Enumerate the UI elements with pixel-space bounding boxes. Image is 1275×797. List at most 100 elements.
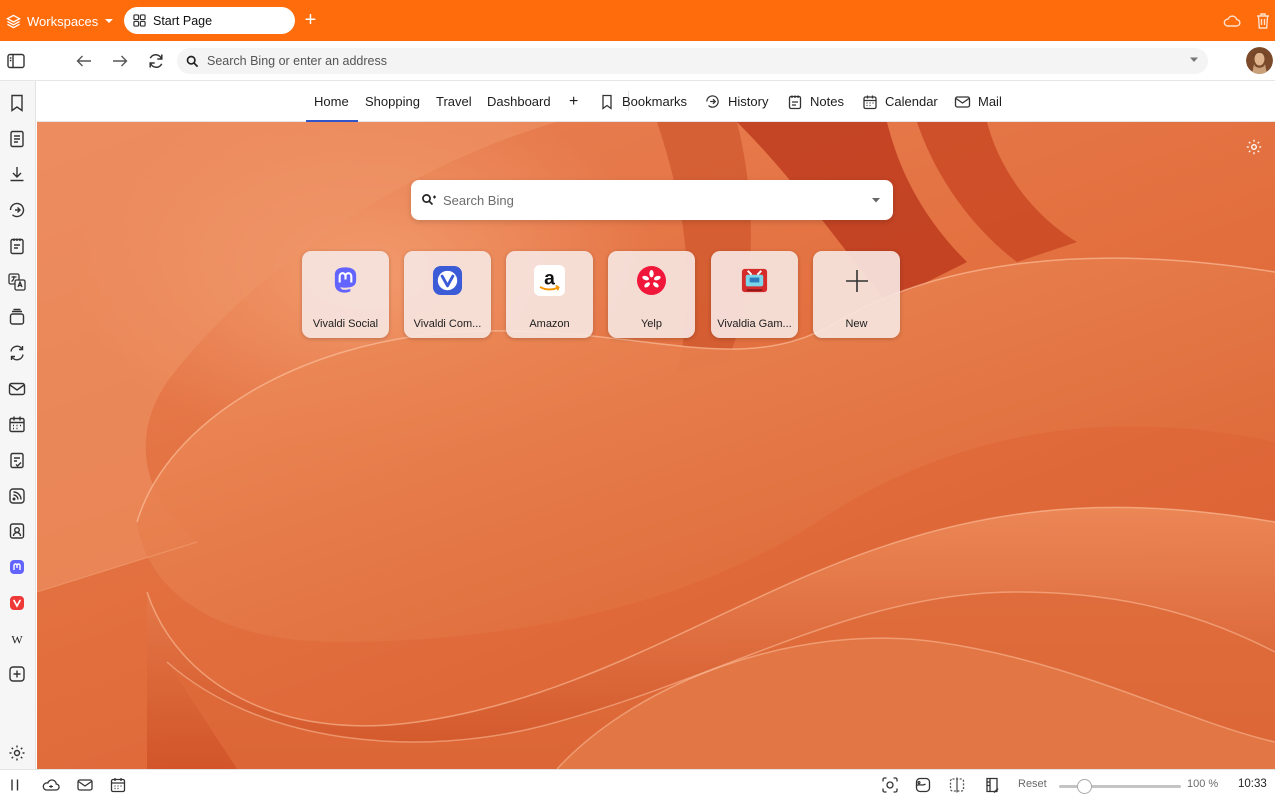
speed-dial-label: Vivaldi Com... — [413, 318, 482, 330]
start-page-nav: Home Shopping Travel Dashboard + Bookmar… — [37, 81, 1275, 122]
calendar-panel-icon[interactable] — [7, 414, 27, 434]
tasks-panel-icon[interactable] — [7, 450, 27, 470]
speed-dial-new[interactable]: New — [813, 251, 900, 338]
panel-toggle-icon[interactable] — [6, 51, 26, 71]
trash-icon[interactable] — [1253, 11, 1273, 31]
forward-icon[interactable] — [110, 51, 130, 71]
speed-dial-label: Vivaldia Gam... — [717, 318, 792, 330]
notes-panel-icon[interactable] — [7, 236, 27, 256]
calendar-status-icon[interactable] — [109, 776, 127, 794]
capture-icon[interactable] — [881, 776, 899, 794]
add-web-panel-icon[interactable] — [7, 664, 27, 684]
start-page-icon — [133, 14, 146, 27]
mastodon-icon — [334, 267, 357, 293]
bing-search-field[interactable]: Search Bing — [411, 180, 893, 220]
content-blocker-icon[interactable] — [983, 776, 1001, 794]
feeds-panel-icon[interactable] — [7, 486, 27, 506]
start-page-settings-icon[interactable] — [1245, 138, 1263, 156]
mastodon-panel-icon[interactable] — [7, 557, 27, 577]
speed-dial-yelp[interactable]: Yelp — [608, 251, 695, 338]
workspaces-icon — [6, 14, 21, 28]
nav-dashboard[interactable]: Dashboard — [487, 81, 551, 122]
page-actions-icon[interactable] — [914, 776, 932, 794]
nav-calendar[interactable]: Calendar — [862, 81, 938, 122]
nav-bookmarks[interactable]: Bookmarks — [599, 81, 687, 122]
mail-status-icon[interactable] — [76, 776, 94, 794]
nav-shopping[interactable]: Shopping — [365, 81, 420, 122]
speed-dial-label: Amazon — [529, 318, 570, 330]
tab-bar: Workspaces Start Page + — [0, 0, 1275, 41]
nav-travel-label: Travel — [436, 94, 472, 109]
url-placeholder: Search Bing or enter an address — [207, 54, 387, 68]
search-placeholder: Search Bing — [443, 192, 514, 208]
speed-dial-label: Vivaldi Social — [312, 318, 379, 330]
cloud-sync-status-icon[interactable] — [41, 776, 61, 794]
yelp-icon — [636, 265, 667, 296]
profile-avatar[interactable] — [1246, 47, 1273, 74]
speed-dial-vivaldia-game[interactable]: Vivaldia Gam... — [711, 251, 798, 338]
nav-bookmarks-label: Bookmarks — [622, 94, 688, 109]
amazon-icon: a — [534, 265, 565, 296]
mail-icon — [954, 95, 971, 108]
reload-icon[interactable] — [146, 51, 166, 71]
tile-tabs-icon[interactable] — [7, 776, 25, 794]
zoom-reset-button[interactable]: Reset — [1018, 778, 1047, 790]
speed-dial-vivaldi-social[interactable]: Vivaldi Social — [302, 251, 389, 338]
nav-shopping-label: Shopping — [365, 94, 420, 109]
history-panel-icon[interactable] — [7, 200, 27, 220]
new-tab-button[interactable]: + — [302, 10, 319, 30]
speed-dial-label: Yelp — [640, 318, 662, 330]
speed-dial-vivaldi-community[interactable]: Vivaldi Com... — [404, 251, 491, 338]
downloads-icon[interactable] — [7, 164, 27, 184]
search-engine-dropdown-icon[interactable] — [871, 197, 881, 204]
back-icon[interactable] — [74, 51, 94, 71]
svg-text:a: a — [544, 267, 555, 289]
vivaldi-icon — [432, 265, 463, 296]
mail-panel-icon[interactable] — [7, 379, 27, 399]
zoom-slider-handle[interactable] — [1077, 779, 1092, 794]
vivaldia-game-icon — [741, 268, 768, 293]
nav-mail[interactable]: Mail — [954, 81, 1002, 122]
wikipedia-panel-icon[interactable]: W — [7, 629, 27, 649]
nav-history-label: History — [728, 94, 769, 109]
tiling-toggle-icon[interactable] — [948, 776, 966, 794]
zoom-slider[interactable] — [1059, 779, 1181, 794]
nav-notes-label: Notes — [810, 94, 844, 109]
contacts-panel-icon[interactable] — [7, 521, 27, 541]
chevron-down-icon — [105, 19, 114, 23]
sync-icon[interactable] — [7, 343, 27, 363]
notes-icon — [788, 95, 802, 109]
history-icon — [706, 95, 719, 108]
tab-start-page[interactable]: Start Page — [124, 7, 295, 34]
nav-notes[interactable]: Notes — [787, 81, 844, 122]
workspaces-button[interactable]: Workspaces — [6, 9, 114, 33]
plus-icon — [845, 269, 868, 292]
vivaldi-panel-icon[interactable] — [7, 593, 27, 613]
nav-mail-label: Mail — [978, 94, 1002, 109]
calendar-icon — [863, 95, 877, 109]
nav-dashboard-label: Dashboard — [487, 94, 551, 109]
nav-home[interactable]: Home — [306, 81, 358, 122]
tab-title: Start Page — [153, 13, 213, 28]
speed-dial-label: New — [845, 318, 868, 330]
reading-list-icon[interactable] — [7, 129, 27, 149]
search-engine-icon — [422, 194, 436, 206]
add-group-button[interactable]: + — [569, 81, 578, 122]
settings-gear-icon[interactable] — [7, 743, 27, 763]
status-bar: Reset 100 % 10:33 — [0, 769, 1275, 797]
search-icon — [186, 55, 199, 67]
nav-home-label: Home — [314, 94, 349, 109]
window-panel-icon[interactable] — [7, 307, 27, 327]
dropdown-arrow-icon[interactable] — [1189, 56, 1199, 64]
cloud-sync-icon[interactable] — [1222, 11, 1242, 31]
url-field[interactable]: Search Bing or enter an address — [177, 48, 1208, 74]
side-panel-bar: W — [0, 81, 36, 769]
speed-dial-amazon[interactable]: a Amazon — [506, 251, 593, 338]
bookmark-icon — [602, 94, 612, 110]
nav-history[interactable]: History — [704, 81, 768, 122]
nav-travel[interactable]: Travel — [436, 81, 472, 122]
translate-icon[interactable] — [7, 272, 27, 292]
bookmarks-panel-icon[interactable] — [7, 93, 27, 113]
zoom-level: 100 % — [1187, 778, 1219, 790]
workspaces-label: Workspaces — [27, 13, 99, 29]
